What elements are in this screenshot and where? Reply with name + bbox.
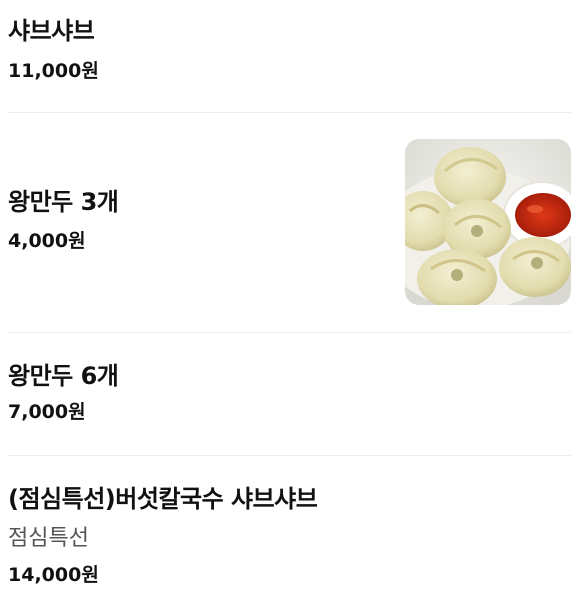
menu-item-name: 샤브샤브 bbox=[8, 17, 95, 45]
menu-item-dumplings-3[interactable]: 왕만두 3개 4,000원 bbox=[8, 139, 571, 305]
menu-item-price: 11,000원 bbox=[8, 60, 99, 82]
menu-item-price: 7,000원 bbox=[8, 401, 86, 423]
menu-item-price: 4,000원 bbox=[8, 230, 86, 252]
menu-item-name: 왕만두 3개 bbox=[8, 188, 119, 216]
menu-item-lunch-special[interactable]: (점심특선)버섯칼국수 샤브샤브 점심특선 14,000원 bbox=[8, 482, 571, 592]
menu-item-name: 왕만두 6개 bbox=[8, 362, 119, 390]
divider bbox=[8, 112, 571, 113]
divider bbox=[8, 455, 571, 456]
menu-item-price: 14,000원 bbox=[8, 564, 99, 586]
menu-item-dumplings-6[interactable]: 왕만두 6개 7,000원 bbox=[8, 359, 571, 439]
menu-item-name: (점심특선)버섯칼국수 샤브샤브 bbox=[8, 485, 318, 513]
divider bbox=[8, 332, 571, 333]
menu-item-description: 점심특선 bbox=[8, 526, 89, 551]
menu-item-shabu[interactable]: 샤브샤브 11,000원 bbox=[8, 14, 571, 94]
dumplings-photo-icon[interactable] bbox=[405, 139, 571, 305]
